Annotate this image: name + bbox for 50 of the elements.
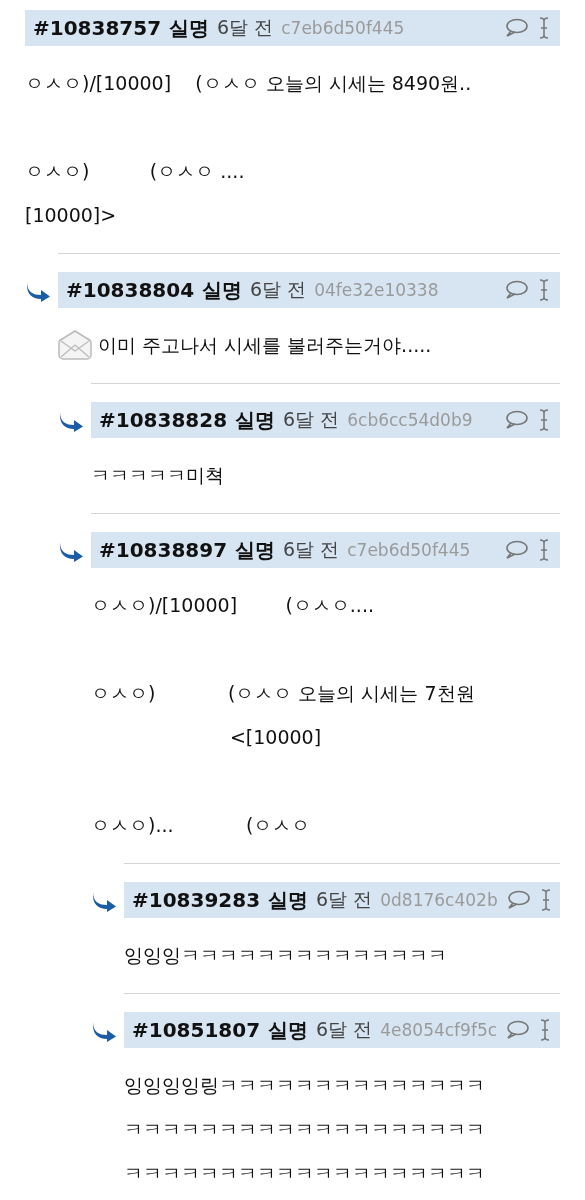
comment-hash: c7eb6d50f445	[347, 540, 471, 560]
comment-icon[interactable]	[504, 540, 528, 560]
comment-number: #10851807	[132, 1018, 261, 1042]
comment-text: ㅋㅋㅋㅋㅋㅋㅋㅋㅋㅋㅋㅋㅋㅋㅋㅋㅋㅋㅋ	[124, 1161, 485, 1186]
text-cursor-icon[interactable]	[539, 888, 552, 912]
comment-text: ㅇㅅㅇ) (ㅇㅅㅇ ....	[25, 159, 245, 184]
comment-hash: 4e8054cf9f5c	[380, 1020, 498, 1040]
comment-text: ㅇㅅㅇ)/[10000] (ㅇㅅㅇ 오늘의 시세는 8490원..	[25, 71, 472, 96]
comment-icon[interactable]	[504, 18, 528, 38]
comment-hash: 04fe32e10338	[314, 280, 439, 300]
envelope-icon	[58, 330, 92, 360]
comment-text: <[10000]	[228, 725, 322, 750]
comment-text: ㅋㅋㅋㅋㅋ미쳑	[91, 463, 224, 488]
text-cursor-icon[interactable]	[539, 1018, 552, 1042]
text-cursor-icon[interactable]	[538, 278, 550, 302]
comment-icon[interactable]	[505, 890, 530, 910]
comment-author: 실명	[268, 886, 309, 914]
comment-text: 이미 주고나서 시세를 불러주는거야.....	[98, 333, 432, 358]
comment-author: 실명	[235, 536, 276, 564]
comment-number: #10838757	[33, 16, 162, 40]
comment-time: 6달 전	[283, 407, 340, 432]
comment-text: [10000]>	[25, 203, 117, 228]
comment-hash: 6cb6cc54d0b9	[347, 410, 473, 430]
comment-number: #10838897	[99, 538, 228, 562]
comment-author: 실명	[268, 1016, 309, 1044]
comment-author: 실명	[202, 276, 243, 304]
comment-text: 잉잉잉ㅋㅋㅋㅋㅋㅋㅋㅋㅋㅋㅋㅋㅋㅋ	[124, 943, 447, 968]
comment-time: 6달 전	[316, 1017, 373, 1042]
comment-time: 6달 전	[217, 15, 274, 40]
comment-icon[interactable]	[504, 280, 528, 300]
comment-icon[interactable]	[505, 1020, 530, 1040]
text-cursor-icon[interactable]	[538, 408, 550, 432]
comment-author: 실명	[169, 14, 210, 42]
comment-time: 6달 전	[250, 277, 307, 302]
comment-text: 잉잉잉잉링ㅋㅋㅋㅋㅋㅋㅋㅋㅋㅋㅋㅋㅋㅋ	[124, 1073, 485, 1098]
comment-time: 6달 전	[283, 537, 340, 562]
comment-hash: 0d8176c402b	[380, 890, 498, 910]
comment-number: #10838804	[66, 278, 195, 302]
comment-text: ㅋㅋㅋㅋㅋㅋㅋㅋㅋㅋㅋㅋㅋㅋㅋㅋㅋㅋㅋ	[124, 1117, 485, 1142]
comment-number: #10839283	[132, 888, 261, 912]
text-cursor-icon[interactable]	[538, 538, 550, 562]
comment-text: ㅇㅅㅇ) (ㅇㅅㅇ 오늘의 시세는 7천원	[91, 681, 475, 706]
comment-hash: c7eb6d50f445	[281, 18, 405, 38]
comment-number: #10838828	[99, 408, 228, 432]
comment-time: 6달 전	[316, 887, 373, 912]
text-cursor-icon[interactable]	[538, 16, 550, 40]
comment-text: ㅇㅅㅇ)... (ㅇㅅㅇ	[91, 813, 311, 838]
comment-text: ㅇㅅㅇ)/[10000] (ㅇㅅㅇ....	[91, 593, 374, 618]
comment-icon[interactable]	[504, 410, 528, 430]
comment-author: 실명	[235, 406, 276, 434]
